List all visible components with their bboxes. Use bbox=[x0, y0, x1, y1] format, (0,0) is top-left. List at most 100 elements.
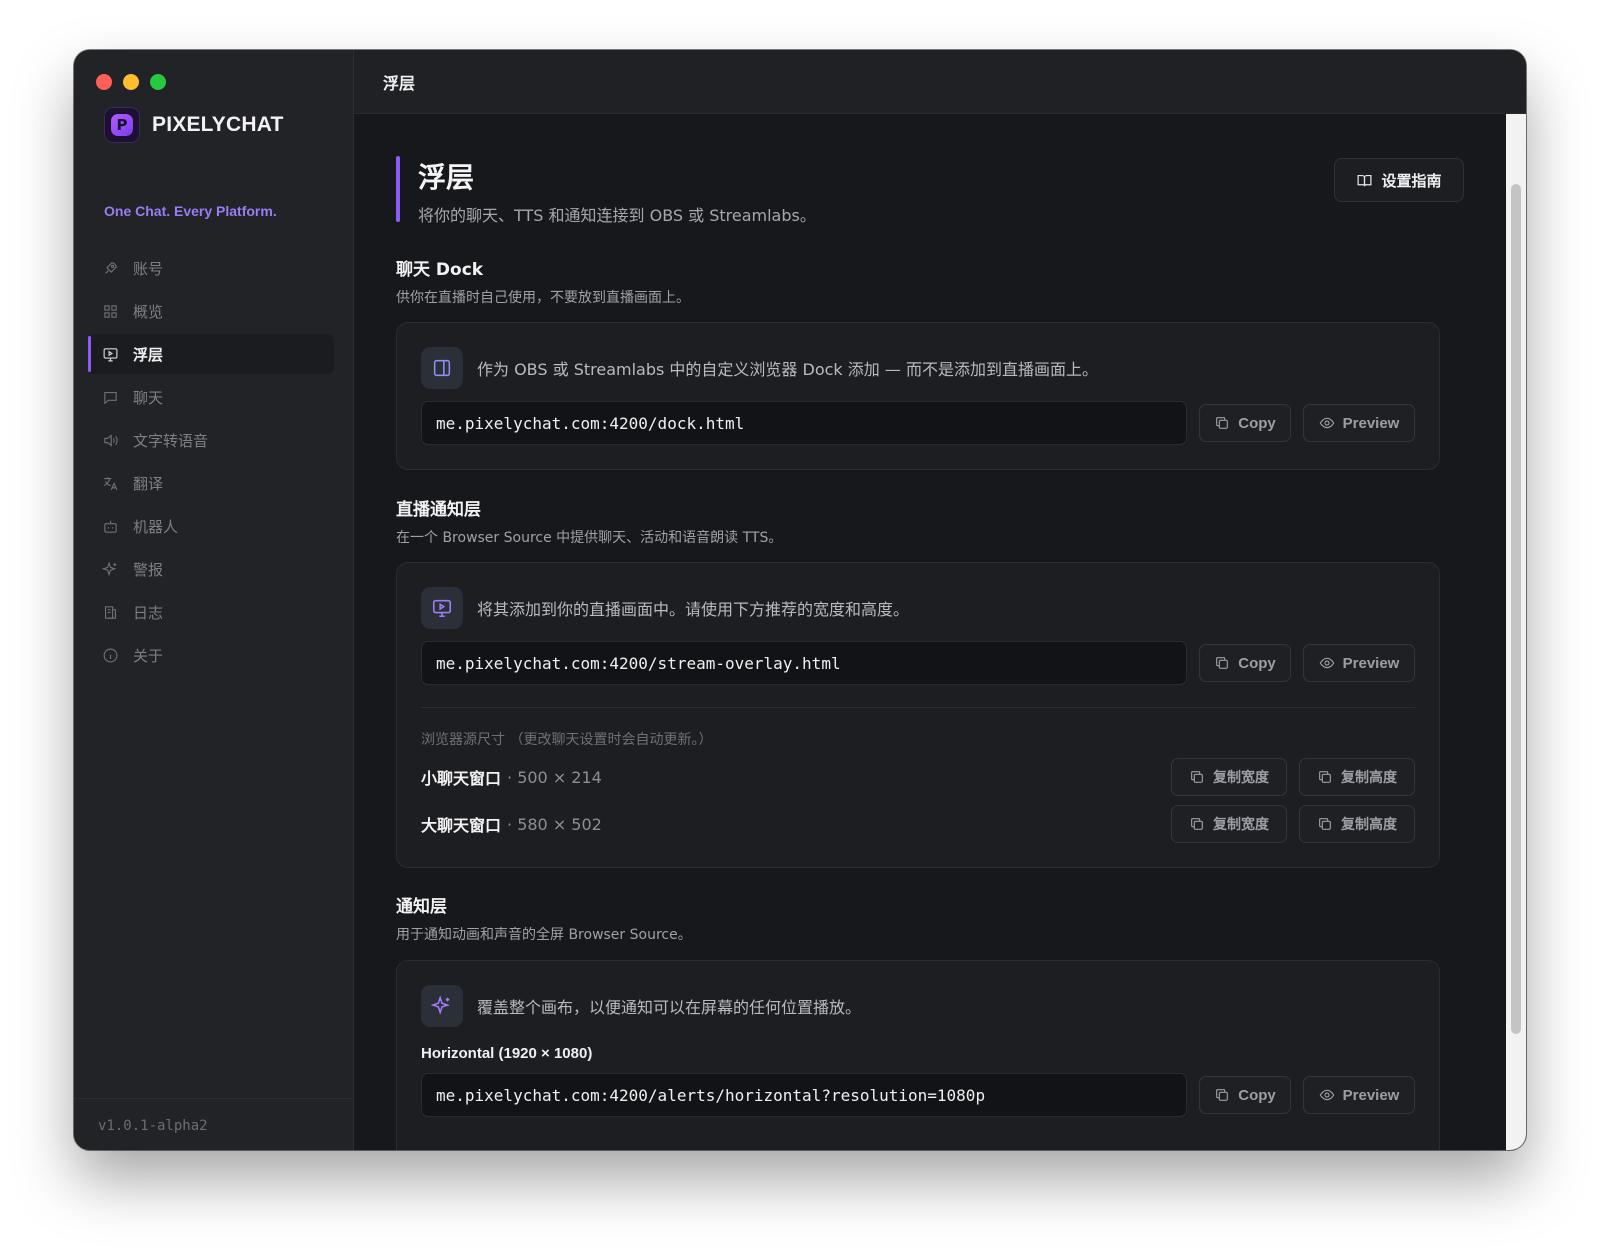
sidebar-item-label: 账号 bbox=[133, 259, 164, 278]
maximize-window-button[interactable] bbox=[150, 74, 166, 90]
small-copy-width-button[interactable]: 复制宽度 bbox=[1171, 758, 1287, 796]
setup-guide-button[interactable]: 设置指南 bbox=[1334, 158, 1464, 202]
large-chat-name: 大聊天窗口 bbox=[421, 816, 502, 835]
stream-overlay-info: 将其添加到你的直播画面中。请使用下方推荐的宽度和高度。 bbox=[421, 587, 909, 629]
copy-icon bbox=[1191, 818, 1203, 830]
copy-width-label: 复制宽度 bbox=[1213, 817, 1269, 833]
sidebar-item-overview[interactable]: 概览 bbox=[88, 291, 334, 331]
translate-icon bbox=[103, 476, 118, 490]
setup-guide-label: 设置指南 bbox=[1381, 171, 1442, 190]
stream-overlay-url-row: me.pixelychat.com:4200/stream-overlay.ht… bbox=[421, 641, 1415, 685]
preview-label: Preview bbox=[1342, 414, 1400, 432]
small-copy-height-button[interactable]: 复制高度 bbox=[1299, 758, 1415, 796]
alerts-copy-button[interactable]: Copy bbox=[1199, 1076, 1291, 1114]
monitor-play-icon bbox=[103, 347, 118, 361]
sidebar-nav: 账号 概览 浮层 聊天 文字转语音 翻译 机器人 警报 日志 关于 bbox=[88, 248, 334, 678]
copy-height-label: 复制高度 bbox=[1341, 817, 1397, 833]
copy-icon bbox=[1191, 771, 1203, 783]
sidebar-item-tts[interactable]: 文字转语音 bbox=[88, 420, 334, 460]
alerts-card: 覆盖整个画布，以便通知可以在屏幕的任何位置播放。 Horizontal (192… bbox=[396, 960, 1440, 1150]
alerts-info: 覆盖整个画布，以便通知可以在屏幕的任何位置播放。 bbox=[421, 985, 861, 1027]
sidebar-item-about[interactable]: 关于 bbox=[88, 635, 334, 675]
sparkles-icon bbox=[421, 985, 463, 1027]
small-chat-size: · 500 × 214 bbox=[507, 767, 602, 787]
dock-url-field[interactable]: me.pixelychat.com:4200/dock.html bbox=[421, 401, 1187, 445]
browser-source-size-label: 浏览器源尺寸 （更改聊天设置时会自动更新。） bbox=[421, 732, 713, 748]
scrollbar[interactable] bbox=[1506, 114, 1526, 1150]
preview-label: Preview bbox=[1342, 654, 1400, 672]
monitor-play-icon bbox=[421, 587, 463, 629]
sidebar-item-label: 关于 bbox=[133, 646, 164, 665]
large-chat-size-row: 大聊天窗口 · 580 × 502 复制宽度 复制高度 bbox=[421, 805, 1415, 843]
copy-icon bbox=[1319, 771, 1331, 783]
app-version: v1.0.1-alpha2 bbox=[98, 1118, 208, 1134]
alerts-preview-button[interactable]: Preview bbox=[1303, 1076, 1415, 1114]
copy-icon bbox=[1216, 657, 1229, 669]
stream-overlay-card: 将其添加到你的直播画面中。请使用下方推荐的宽度和高度。 me.pixelycha… bbox=[396, 562, 1440, 868]
large-copy-width-button[interactable]: 复制宽度 bbox=[1171, 805, 1287, 843]
grid-icon bbox=[104, 304, 117, 318]
sparkles-icon bbox=[102, 560, 117, 576]
app-logo-icon: P bbox=[104, 107, 140, 143]
card-divider bbox=[421, 707, 1415, 708]
topbar-title: 浮层 bbox=[383, 73, 416, 93]
stream-overlay-section-title: 直播通知层 bbox=[396, 500, 481, 520]
scrollbar-thumb[interactable] bbox=[1511, 184, 1521, 1034]
eye-icon bbox=[1319, 1089, 1334, 1101]
dock-section-title: 聊天 Dock bbox=[396, 260, 484, 280]
dock-url-row: me.pixelychat.com:4200/dock.html Copy Pr… bbox=[421, 401, 1415, 445]
app-tagline: One Chat. Every Platform. bbox=[104, 203, 277, 219]
stream-overlay-section-desc: 在一个 Browser Source 中提供聊天、活动和语音朗读 TTS。 bbox=[396, 530, 783, 546]
log-icon bbox=[104, 605, 117, 619]
alerts-url-row: me.pixelychat.com:4200/alerts/horizontal… bbox=[421, 1073, 1415, 1117]
sidebar-item-chat[interactable]: 聊天 bbox=[88, 377, 334, 417]
alerts-url-field[interactable]: me.pixelychat.com:4200/alerts/horizontal… bbox=[421, 1073, 1187, 1117]
copy-height-label: 复制高度 bbox=[1341, 770, 1397, 786]
bot-icon bbox=[104, 520, 117, 533]
copy-icon bbox=[1319, 818, 1331, 830]
chat-bubble-icon bbox=[104, 391, 117, 404]
copy-icon bbox=[1216, 1089, 1229, 1101]
rocket-icon bbox=[105, 261, 117, 274]
brand: P PIXELYCHAT bbox=[104, 107, 284, 143]
topbar: 浮层 bbox=[354, 50, 1526, 114]
sidebar-item-label: 文字转语音 bbox=[133, 431, 209, 450]
page-subtitle: 将你的聊天、TTS 和通知连接到 OBS 或 Streamlabs。 bbox=[418, 206, 816, 225]
window-controls bbox=[96, 74, 166, 90]
scroll-area: 浮层 将你的聊天、TTS 和通知连接到 OBS 或 Streamlabs。 设置… bbox=[354, 114, 1506, 1150]
copy-width-label: 复制宽度 bbox=[1213, 770, 1269, 786]
dock-preview-button[interactable]: Preview bbox=[1303, 404, 1415, 442]
dock-copy-button[interactable]: Copy bbox=[1199, 404, 1291, 442]
sidebar-footer: v1.0.1-alpha2 bbox=[74, 1098, 353, 1150]
copy-label: Copy bbox=[1238, 1086, 1276, 1104]
dock-card: 作为 OBS 或 Streamlabs 中的自定义浏览器 Dock 添加 — 而… bbox=[396, 322, 1440, 470]
sidebar-item-label: 翻译 bbox=[133, 474, 164, 493]
sidebar-item-label: 日志 bbox=[133, 603, 164, 622]
sidebar-item-label: 浮层 bbox=[133, 345, 164, 364]
sidebar-item-account[interactable]: 账号 bbox=[88, 248, 334, 288]
sidebar-item-alerts[interactable]: 警报 bbox=[88, 549, 334, 589]
minimize-window-button[interactable] bbox=[123, 74, 139, 90]
copy-label: Copy bbox=[1238, 414, 1276, 432]
sidebar-item-label: 警报 bbox=[133, 560, 164, 579]
sidebar-item-logs[interactable]: 日志 bbox=[88, 592, 334, 632]
stream-overlay-copy-button[interactable]: Copy bbox=[1199, 644, 1291, 682]
copy-icon bbox=[1216, 417, 1229, 429]
large-copy-height-button[interactable]: 复制高度 bbox=[1299, 805, 1415, 843]
sidebar-item-label: 聊天 bbox=[133, 388, 164, 407]
large-chat-size: · 580 × 502 bbox=[507, 814, 602, 834]
dock-info-text: 作为 OBS 或 Streamlabs 中的自定义浏览器 Dock 添加 — 而… bbox=[477, 360, 1098, 379]
sidebar-item-overlays[interactable]: 浮层 bbox=[88, 334, 334, 374]
title-accent-bar bbox=[396, 156, 400, 222]
sidebar-item-bot[interactable]: 机器人 bbox=[88, 506, 334, 546]
eye-icon bbox=[1319, 417, 1334, 429]
app-window: P PIXELYCHAT One Chat. Every Platform. 账… bbox=[74, 50, 1526, 1150]
sidebar-item-translate[interactable]: 翻译 bbox=[88, 463, 334, 503]
page-title: 浮层 bbox=[418, 161, 475, 194]
main-content: 浮层 浮层 将你的聊天、TTS 和通知连接到 OBS 或 Streamlabs。… bbox=[354, 50, 1526, 1150]
stream-overlay-url-field[interactable]: me.pixelychat.com:4200/stream-overlay.ht… bbox=[421, 641, 1187, 685]
stream-overlay-preview-button[interactable]: Preview bbox=[1303, 644, 1415, 682]
speaker-icon bbox=[104, 433, 118, 447]
info-icon bbox=[103, 648, 118, 662]
close-window-button[interactable] bbox=[96, 74, 112, 90]
